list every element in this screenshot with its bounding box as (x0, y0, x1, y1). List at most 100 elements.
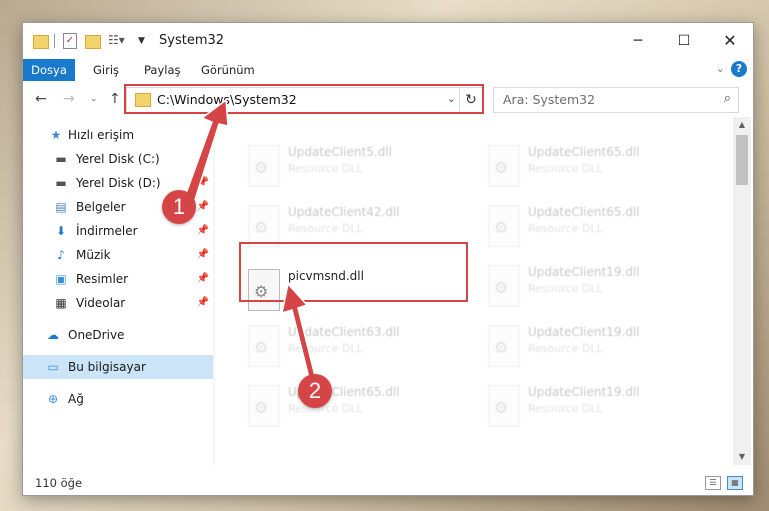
properties-icon[interactable]: ☷▾ (108, 33, 125, 47)
file-name: UpdateClient19.dll (528, 265, 640, 279)
pin-icon[interactable]: 📌 (197, 171, 209, 195)
sidebar-item-downloads[interactable]: ⬇ İndirmeler 📌 (23, 219, 215, 243)
dll-file-icon (248, 205, 280, 247)
music-icon: ♪ (57, 248, 65, 262)
scroll-up-arrow-icon[interactable]: ▲ (733, 117, 751, 133)
pin-icon[interactable]: 📌 (197, 147, 209, 171)
pin-icon[interactable]: 📌 (197, 291, 209, 315)
tab-view[interactable]: Görünüm (201, 59, 255, 81)
file-item[interactable]: UpdateClient65.dll Resource DLL (480, 203, 710, 255)
dll-file-icon (488, 265, 520, 307)
window-title: System32 (159, 33, 225, 48)
item-count: 110 öğe (35, 476, 83, 490)
pin-icon[interactable]: 📌 (197, 267, 209, 291)
documents-icon: ▤ (55, 200, 67, 214)
file-description: Resource DLL (288, 222, 363, 235)
back-button[interactable]: ← (35, 91, 47, 107)
dll-file-icon (488, 145, 520, 187)
sidebar-item-network[interactable]: ⊕ Ağ (23, 387, 215, 411)
details-view-button[interactable]: ☰ (705, 476, 721, 490)
sidebar-item-label: Müzik (76, 248, 111, 262)
close-button[interactable]: ✕ (707, 23, 753, 59)
pin-icon[interactable]: 📌 (197, 219, 209, 243)
search-input[interactable]: Ara: System32 (503, 92, 595, 107)
search-box[interactable]: Ara: System32 ⌕ (493, 87, 739, 113)
videos-icon: ▦ (55, 296, 67, 310)
sidebar-item-label: İndirmeler (76, 224, 138, 238)
drive-icon: ▬ (55, 152, 67, 166)
sidebar-item-pictures[interactable]: ▣ Resimler 📌 (23, 267, 215, 291)
up-button[interactable]: ↑ (109, 91, 121, 107)
file-description: Resource DLL (528, 282, 603, 295)
customize-toolbar-dropdown-icon[interactable]: ▼ (138, 34, 148, 50)
network-icon: ⊕ (47, 392, 59, 406)
scroll-thumb[interactable] (736, 135, 748, 185)
title-bar: ✓ ☷▾ ▼ System32 ─ ☐ ✕ (23, 23, 753, 59)
sidebar-item-label: OneDrive (68, 328, 125, 342)
address-bar-highlight (124, 84, 484, 114)
file-name: UpdateClient19.dll (528, 385, 640, 399)
tab-home[interactable]: Giriş (93, 59, 119, 81)
pin-icon[interactable]: 📌 (197, 243, 209, 267)
file-name: UpdateClient63.dll (288, 325, 400, 339)
download-icon: ⬇ (55, 224, 67, 238)
checklist-icon[interactable]: ✓ (63, 33, 77, 49)
star-icon: ★ (50, 128, 62, 142)
file-name: UpdateClient65.dll (528, 205, 640, 219)
sidebar-item-label: Yerel Disk (D:) (76, 176, 161, 190)
file-item[interactable]: UpdateClient5.dll Resource DLL (240, 143, 470, 195)
help-icon[interactable]: ? (731, 61, 747, 77)
file-item[interactable]: UpdateClient19.dll Resource DLL (480, 383, 710, 435)
vertical-scrollbar[interactable]: ▲ ▼ (733, 117, 751, 465)
sidebar-item-label: Videolar (76, 296, 126, 310)
navigation-pane: ★ Hızlı erişim ▬ Yerel Disk (C:) 📌 ▬ Yer… (23, 117, 215, 465)
dll-file-icon (488, 325, 520, 367)
toolbar-divider (54, 34, 55, 48)
sidebar-scrollbar[interactable] (213, 117, 215, 465)
scroll-down-arrow-icon[interactable]: ▼ (733, 449, 751, 465)
file-description: Resource DLL (528, 342, 603, 355)
sidebar-item-onedrive[interactable]: ☁ OneDrive (23, 323, 215, 347)
file-item[interactable]: UpdateClient63.dll Resource DLL (240, 323, 470, 375)
recent-locations-button[interactable]: ⌄ (90, 94, 98, 104)
forward-button[interactable]: → (63, 91, 75, 107)
file-description: Resource DLL (288, 342, 363, 355)
minimize-button[interactable]: ─ (615, 23, 661, 59)
new-folder-icon[interactable] (85, 35, 101, 49)
sidebar-item-label: Yerel Disk (C:) (76, 152, 160, 166)
sidebar-item-label: Bu bilgisayar (68, 360, 146, 374)
pictures-icon: ▣ (55, 272, 67, 286)
dll-file-icon (488, 205, 520, 247)
file-name: UpdateClient19.dll (528, 325, 640, 339)
expand-ribbon-icon[interactable]: ⌄ (716, 62, 725, 75)
tab-share[interactable]: Paylaş (144, 59, 181, 81)
file-item[interactable]: UpdateClient65.dll Resource DLL (240, 383, 470, 435)
dll-file-icon (248, 145, 280, 187)
file-item[interactable]: UpdateClient65.dll Resource DLL (480, 143, 710, 195)
file-description: Resource DLL (288, 162, 363, 175)
dll-file-icon (248, 385, 280, 427)
dll-file-icon (248, 325, 280, 367)
large-icons-view-button[interactable]: ▦ (727, 476, 743, 490)
file-name: UpdateClient42.dll (288, 205, 400, 219)
file-description: Resource DLL (528, 402, 603, 415)
folder-icon[interactable] (33, 35, 49, 49)
sidebar-item-label: Ağ (68, 392, 84, 406)
sidebar-item-label: Hızlı erişim (68, 128, 135, 142)
pin-icon[interactable]: 📌 (197, 195, 209, 219)
sidebar-item-local-disk-c[interactable]: ▬ Yerel Disk (C:) 📌 (23, 147, 215, 171)
file-name: UpdateClient65.dll (528, 145, 640, 159)
file-description: Resource DLL (528, 222, 603, 235)
maximize-button[interactable]: ☐ (661, 23, 707, 59)
file-item[interactable]: UpdateClient19.dll Resource DLL (480, 323, 710, 375)
file-highlight (239, 242, 468, 302)
sidebar-item-videos[interactable]: ▦ Videolar 📌 (23, 291, 215, 315)
file-item[interactable]: UpdateClient19.dll Resource DLL (480, 263, 710, 315)
sidebar-item-quick-access[interactable]: ★ Hızlı erişim (23, 123, 215, 147)
computer-icon: ▭ (47, 360, 59, 374)
sidebar-item-this-pc[interactable]: ▭ Bu bilgisayar (23, 355, 215, 379)
drive-icon: ▬ (55, 176, 67, 190)
status-bar: 110 öğe ☰ ▦ (23, 471, 753, 495)
step-callout-2: 2 (298, 374, 332, 408)
sidebar-item-music[interactable]: ♪ Müzik 📌 (23, 243, 215, 267)
